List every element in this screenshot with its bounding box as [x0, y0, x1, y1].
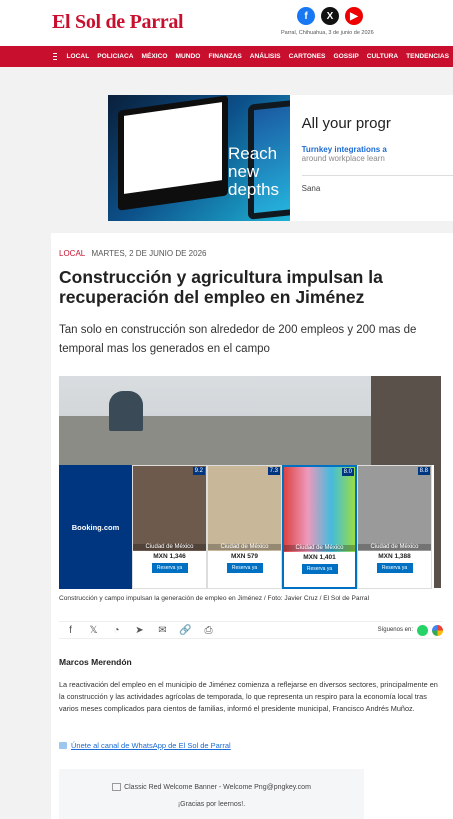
- ad-brand: Sana: [301, 184, 321, 193]
- social-links: f X ▶: [297, 7, 363, 25]
- hotel-price: MXN 1,401: [303, 554, 336, 561]
- nav-item-mexico[interactable]: MÉXICO: [142, 53, 168, 60]
- section-link[interactable]: LOCAL: [59, 249, 85, 258]
- x-icon[interactable]: 𝕏: [82, 625, 105, 636]
- facebook-icon[interactable]: f: [59, 625, 82, 636]
- hotel-card[interactable]: 8.0 Ciudad de México MXN 1,401 Reserva y…: [282, 465, 357, 589]
- display-ad[interactable]: Reach new depths All your progr Turnkey …: [108, 95, 453, 221]
- google-news-icon[interactable]: [432, 624, 443, 636]
- ad-subtitle-2: around workplace learn: [301, 154, 385, 163]
- follow-label: Síguenos en:: [377, 627, 413, 633]
- article-meta: LOCAL MARTES, 2 DE JUNIO DE 2026: [59, 249, 206, 258]
- mail-icon[interactable]: ✉: [151, 625, 174, 636]
- booking-logo[interactable]: Booking.com: [59, 465, 132, 589]
- welcome-banner: Classic Red Welcome Banner - Welcome Png…: [59, 769, 364, 819]
- nav-item-local[interactable]: LOCAL: [67, 53, 90, 60]
- hotel-city: Ciudad de México: [208, 544, 281, 550]
- share-bar: f 𝕏 ◔ ➤ ✉ 🔗 ⎙ Síguenos en:: [59, 621, 443, 639]
- whatsapp-follow-icon[interactable]: [417, 624, 428, 636]
- article-body: La reactivación del empleo en el municip…: [59, 680, 438, 713]
- ad-image: Reach new depths: [108, 95, 290, 221]
- hotel-city: Ciudad de México: [133, 544, 206, 550]
- hotel-score: 8.0: [341, 468, 354, 476]
- article-date: MARTES, 2 DE JUNIO DE 2026: [91, 249, 207, 258]
- booking-ad[interactable]: Booking.com 9.2 Ciudad de México MXN 1,3…: [59, 465, 434, 589]
- nav-item-policiaca[interactable]: POLICIACA: [97, 53, 133, 60]
- hamburger-menu-icon[interactable]: [53, 53, 57, 60]
- reserve-button[interactable]: Reserva ya: [376, 563, 413, 573]
- hotel-card[interactable]: 9.2 Ciudad de México MXN 1,346 Reserva y…: [132, 465, 207, 589]
- whatsapp-channel-link[interactable]: Únete al canal de WhatsApp de El Sol de …: [59, 741, 231, 750]
- reserve-button[interactable]: Reserva ya: [301, 564, 338, 574]
- hotel-city: Ciudad de México: [358, 544, 431, 550]
- nav-item-tendencias[interactable]: TENDENCIAS: [406, 53, 449, 60]
- broken-image-icon: [112, 783, 122, 791]
- hotel-score: 8.8: [417, 467, 430, 475]
- banner-alt-text: Classic Red Welcome Banner - Welcome Png…: [124, 783, 311, 791]
- print-icon[interactable]: ⎙: [197, 625, 220, 636]
- nav-item-cartones[interactable]: CARTONES: [289, 53, 326, 60]
- x-icon[interactable]: X: [321, 7, 339, 25]
- link-icon[interactable]: 🔗: [174, 625, 197, 636]
- youtube-icon[interactable]: ▶: [345, 7, 363, 25]
- facebook-icon[interactable]: f: [297, 7, 315, 25]
- hotel-city: Ciudad de México: [284, 545, 355, 551]
- ad-subtitle: Turnkey integrations a: [301, 145, 387, 154]
- whatsapp-channel-icon: [59, 742, 67, 749]
- hotel-card[interactable]: 7.3 Ciudad de México MXN 579 Reserva ya: [207, 465, 282, 589]
- ad-title: All your progr: [301, 115, 391, 132]
- nav-item-cultura[interactable]: CULTURA: [367, 53, 398, 60]
- main-nav: LOCAL POLICIACA MÉXICO MUNDO FINANZAS AN…: [0, 46, 453, 67]
- reserve-button[interactable]: Reserva ya: [151, 563, 188, 573]
- site-header: El Sol de Parral f X ▶ Parral, Chihuahua…: [0, 0, 453, 46]
- article-title: Construcción y agricultura impulsan la r…: [59, 267, 383, 307]
- banner-thanks: ¡Gracias por leernos!.: [177, 801, 246, 808]
- hotel-score: 7.3: [267, 467, 280, 475]
- nav-item-gossip[interactable]: GOSSIP: [333, 53, 358, 60]
- whatsapp-channel-text[interactable]: Únete al canal de WhatsApp de El Sol de …: [71, 741, 231, 750]
- hotel-price: MXN 1,346: [153, 553, 186, 560]
- photo-caption: Construcción y campo impulsan la generac…: [59, 595, 370, 602]
- dateline: Parral, Chihuahua, 3 de junio de 2026: [281, 30, 374, 36]
- hotel-price: MXN 579: [230, 553, 259, 560]
- nav-item-finanzas[interactable]: FINANZAS: [208, 53, 241, 60]
- hotel-card[interactable]: 8.8 Ciudad de México MXN 1,388 Reserva y…: [357, 465, 432, 589]
- nav-item-analisis[interactable]: ANÁLISIS: [250, 53, 281, 60]
- telegram-icon[interactable]: ➤: [128, 625, 151, 636]
- hotel-price: MXN 1,388: [378, 553, 411, 560]
- reserve-button[interactable]: Reserva ya: [226, 563, 263, 573]
- article: LOCAL MARTES, 2 DE JUNIO DE 2026 Constru…: [51, 233, 453, 819]
- follow-us: Síguenos en:: [377, 624, 443, 636]
- article-author[interactable]: Marcos Merendón: [59, 657, 132, 667]
- site-logo[interactable]: El Sol de Parral: [52, 11, 184, 34]
- article-subtitle: Tan solo en construcción son alrededor d…: [59, 324, 417, 355]
- ad-headline: Reach new depths: [228, 144, 280, 199]
- whatsapp-icon[interactable]: ◔: [105, 625, 128, 636]
- nav-item-mundo[interactable]: MUNDO: [176, 53, 201, 60]
- hotel-score: 9.2: [192, 467, 205, 475]
